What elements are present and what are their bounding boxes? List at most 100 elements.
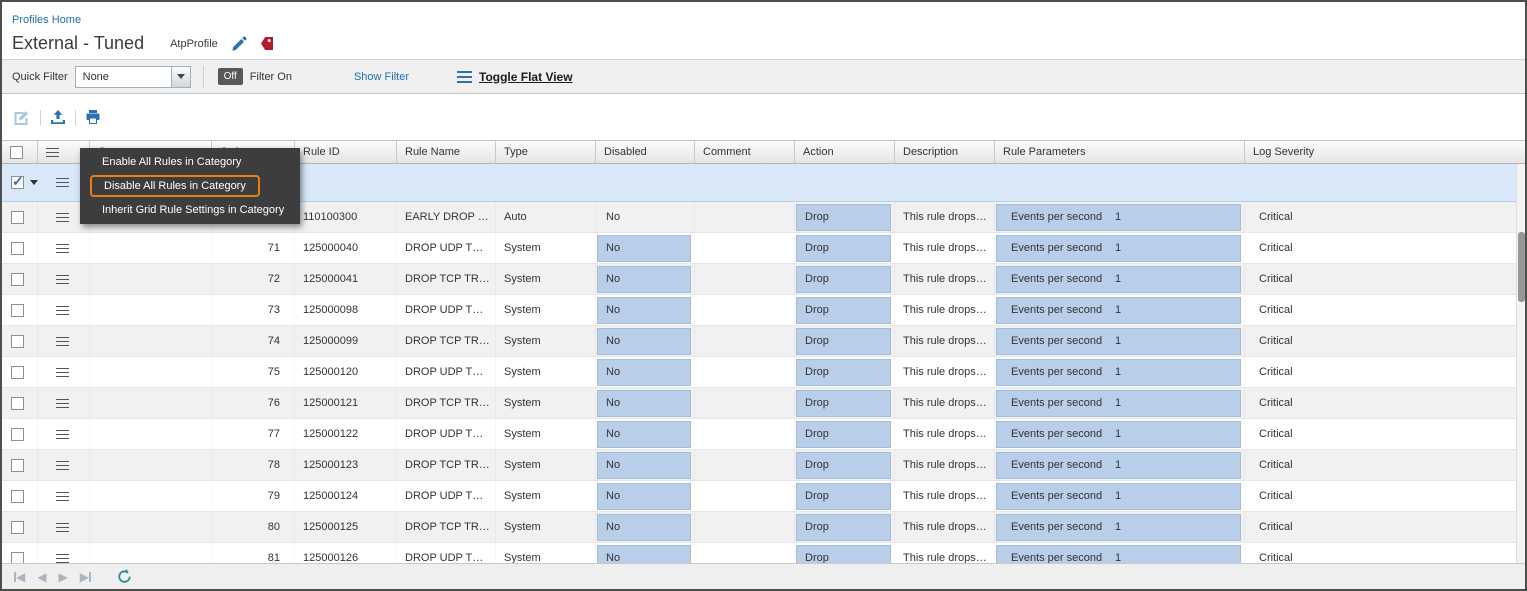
action-value-box[interactable]: Drop [796,483,891,510]
table-row[interactable]: 80 125000125 DROP TCP TR… System No Drop… [2,512,1525,543]
row-checkbox[interactable] [11,490,24,503]
row-checkbox[interactable] [11,459,24,472]
prev-page-icon[interactable]: ◀ [37,570,46,584]
row-checkbox[interactable] [11,521,24,534]
row-checkbox[interactable] [11,428,24,441]
action-value-box[interactable]: Drop [796,421,891,448]
header-rule-id[interactable]: Rule ID [295,141,397,163]
table-row[interactable]: 79 125000124 DROP UDP T… System No Drop … [2,481,1525,512]
toggle-flat-view-link[interactable]: Toggle Flat View [479,70,573,84]
row-checkbox[interactable] [11,273,24,286]
drag-handle-icon[interactable] [56,368,69,377]
disabled-value-box[interactable]: No [597,204,691,231]
rule-parameters-box[interactable]: Events per second 1 [996,421,1241,448]
action-value-box[interactable]: Drop [796,235,891,262]
header-rule-parameters[interactable]: Rule Parameters [995,141,1245,163]
quick-filter-select[interactable]: None [75,66,191,88]
table-row[interactable]: 71 125000040 DROP UDP T… System No Drop … [2,233,1525,264]
row-checkbox[interactable] [11,552,24,564]
pencil-icon[interactable] [231,36,247,52]
rule-parameters-box[interactable]: Events per second 1 [996,328,1241,355]
next-page-icon[interactable]: ▶ [58,570,67,584]
header-rule-name[interactable]: Rule Name [397,141,496,163]
category-row-checkbox[interactable] [11,176,24,189]
upload-icon[interactable] [50,109,66,125]
row-checkbox[interactable] [11,211,24,224]
header-type[interactable]: Type [496,141,596,163]
table-row[interactable]: 75 125000120 DROP UDP T… System No Drop … [2,357,1525,388]
first-page-icon[interactable]: ◀ [14,570,25,584]
last-page-icon[interactable]: ▶ [80,570,91,584]
refresh-icon[interactable] [117,569,132,584]
action-value-box[interactable]: Drop [796,328,891,355]
header-description[interactable]: Description [895,141,995,163]
disabled-value-box[interactable]: No [597,328,691,355]
rule-parameters-box[interactable]: Events per second 1 [996,204,1241,231]
quick-filter-dropdown-button[interactable] [171,67,190,87]
rule-parameters-box[interactable]: Events per second 1 [996,359,1241,386]
bookmark-icon[interactable] [260,36,274,51]
action-value-box[interactable]: Drop [796,266,891,293]
rule-parameters-box[interactable]: Events per second 1 [996,452,1241,479]
action-value-box[interactable]: Drop [796,390,891,417]
row-checkbox[interactable] [11,397,24,410]
action-value-box[interactable]: Drop [796,545,891,564]
select-all-checkbox[interactable] [10,146,23,159]
row-checkbox[interactable] [11,304,24,317]
disabled-value-box[interactable]: No [597,266,691,293]
drag-handle-icon[interactable] [56,399,69,408]
drag-handle-icon[interactable] [56,554,69,563]
chevron-down-icon[interactable] [30,180,38,185]
rule-parameters-box[interactable]: Events per second 1 [996,483,1241,510]
scrollbar-thumb[interactable] [1518,232,1525,302]
row-checkbox[interactable] [11,335,24,348]
disabled-value-box[interactable]: No [597,545,691,564]
drag-handle-icon[interactable] [56,492,69,501]
disabled-value-box[interactable]: No [597,235,691,262]
edit-icon[interactable] [14,109,31,125]
table-row[interactable]: 74 125000099 DROP TCP TR… System No Drop… [2,326,1525,357]
drag-handle-icon[interactable] [56,430,69,439]
drag-handle-icon[interactable] [56,306,69,315]
filter-toggle-button[interactable]: Off [218,68,243,85]
disabled-value-box[interactable]: No [597,421,691,448]
drag-handle-icon[interactable] [56,275,69,284]
header-action[interactable]: Action [795,141,895,163]
table-row[interactable]: 78 125000123 DROP TCP TR… System No Drop… [2,450,1525,481]
disabled-value-box[interactable]: No [597,483,691,510]
header-log-severity[interactable]: Log Severity [1245,141,1525,163]
table-row[interactable]: 77 125000122 DROP UDP T… System No Drop … [2,419,1525,450]
row-checkbox[interactable] [11,366,24,379]
drag-handle-icon[interactable] [56,213,69,222]
drag-handle-icon[interactable] [56,523,69,532]
disabled-value-box[interactable]: No [597,359,691,386]
menu-item-disable-all[interactable]: Disable All Rules in Category [80,173,300,199]
action-value-box[interactable]: Drop [796,204,891,231]
rule-parameters-box[interactable]: Events per second 1 [996,266,1241,293]
action-value-box[interactable]: Drop [796,359,891,386]
vertical-scrollbar[interactable] [1516,164,1525,563]
print-icon[interactable] [85,109,101,125]
show-filter-link[interactable]: Show Filter [354,71,409,83]
action-value-box[interactable]: Drop [796,514,891,541]
drag-handle-icon[interactable] [56,461,69,470]
drag-handle-icon[interactable] [56,244,69,253]
header-comment[interactable]: Comment [695,141,795,163]
rule-parameters-box[interactable]: Events per second 1 [996,514,1241,541]
disabled-value-box[interactable]: No [597,390,691,417]
table-row[interactable]: 76 125000121 DROP TCP TR… System No Drop… [2,388,1525,419]
rule-parameters-box[interactable]: Events per second 1 [996,297,1241,324]
breadcrumb-profiles-home[interactable]: Profiles Home [12,14,81,26]
table-row[interactable]: 81 125000126 DROP UDP T… System No Drop … [2,543,1525,563]
table-row[interactable]: 72 125000041 DROP TCP TR… System No Drop… [2,264,1525,295]
table-row[interactable]: 73 125000098 DROP UDP T… System No Drop … [2,295,1525,326]
drag-handle-icon[interactable] [56,337,69,346]
menu-item-enable-all[interactable]: Enable All Rules in Category [80,151,300,173]
disabled-value-box[interactable]: No [597,297,691,324]
disabled-value-box[interactable]: No [597,452,691,479]
action-value-box[interactable]: Drop [796,452,891,479]
header-disabled[interactable]: Disabled [596,141,695,163]
rule-parameters-box[interactable]: Events per second 1 [996,235,1241,262]
action-value-box[interactable]: Drop [796,297,891,324]
hamburger-icon[interactable] [56,178,69,187]
